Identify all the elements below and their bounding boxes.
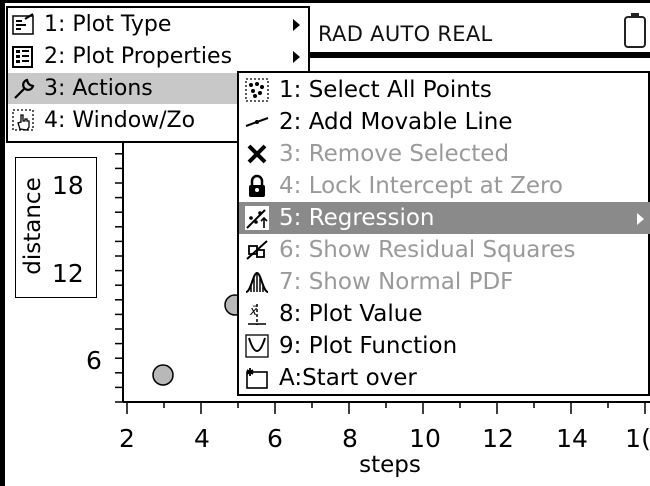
submenu-item-residual-squares[interactable]: 6: Show Residual Squares	[239, 234, 650, 266]
lock-icon	[249, 174, 265, 197]
submenu-item-label: 3: Remove Selected	[279, 141, 510, 167]
x-tick-label: 1(	[625, 424, 650, 453]
x-tick-label: 4	[194, 424, 210, 453]
submenu-item-label: 7: Show Normal PDF	[279, 269, 514, 295]
submenu-arrow-icon	[293, 19, 300, 31]
x-tick-marks	[126, 402, 646, 414]
submenu-item-plot-function[interactable]: 9: Plot Function	[239, 330, 650, 362]
submenu-item-normal-pdf[interactable]: 7: Show Normal PDF	[239, 266, 650, 298]
y-tick-label: 6	[86, 346, 102, 375]
residual-squares-icon	[246, 240, 268, 260]
calculator-screen: RAD AUTO REAL distance 18 12 6 2 4 6 8 1…	[0, 0, 650, 486]
start-over-icon	[246, 368, 268, 389]
submenu-item-start-over[interactable]: A:Start over	[239, 362, 650, 394]
hand-zoom-icon	[12, 109, 34, 131]
submenu-item-select-all-points[interactable]: 1: Select All Points	[239, 74, 650, 106]
plot-properties-icon	[12, 46, 33, 68]
x-tick-label: 14	[556, 424, 588, 453]
y-tick-label: 12	[52, 259, 84, 288]
submenu-item-plot-value[interactable]: x̄ 8: Plot Value	[239, 298, 650, 330]
wrench-icon	[14, 78, 35, 99]
x-tick-label: 10	[409, 424, 441, 453]
menu-item-label: 4: Window/Zo	[44, 108, 196, 133]
y-tick-label: 18	[52, 171, 84, 200]
submenu-item-add-movable-line[interactable]: 2: Add Movable Line	[239, 106, 650, 138]
plot-type-icon	[12, 13, 34, 35]
submenu-item-remove-selected[interactable]: 3: Remove Selected	[239, 138, 650, 170]
x-axis-label: steps	[359, 452, 421, 478]
plot-function-icon	[245, 334, 269, 358]
normal-pdf-icon	[245, 271, 269, 293]
x-tick-label: 12	[482, 424, 514, 453]
x-tick-label: 6	[267, 424, 283, 453]
submenu-item-regression[interactable]: 5: Regression	[239, 202, 650, 234]
menu-item-plot-properties[interactable]: 2: Plot Properties	[8, 41, 308, 72]
screen-frame-top	[0, 0, 650, 3]
menu-item-label: 1: Plot Type	[44, 12, 172, 37]
movable-line-icon	[245, 117, 269, 127]
submenu-item-label: 4: Lock Intercept at Zero	[279, 173, 564, 199]
regression-icon	[245, 206, 269, 230]
submenu-item-label: 9: Plot Function	[279, 333, 458, 359]
y-axis-label: distance	[20, 177, 46, 275]
submenu-item-label: 6: Show Residual Squares	[279, 237, 576, 263]
remove-x-icon	[247, 144, 267, 164]
menu-item-label: 2: Plot Properties	[44, 44, 233, 69]
submenu-arrow-icon	[293, 51, 300, 63]
select-points-icon	[245, 78, 269, 102]
menu-item-plot-type[interactable]: 1: Plot Type	[8, 9, 308, 40]
menu-item-label: 3: Actions	[44, 76, 153, 101]
plot-value-icon: x̄	[248, 304, 266, 325]
y-tick-marks	[115, 153, 123, 403]
submenu-item-label: A:Start over	[279, 365, 417, 391]
x-tick-label: 2	[119, 424, 135, 453]
submenu-item-label: 5: Regression	[279, 205, 435, 231]
submenu-arrow-icon	[637, 213, 644, 225]
actions-submenu: 1: Select All Points 2: Add Movable Line…	[237, 71, 650, 396]
submenu-item-lock-intercept[interactable]: 4: Lock Intercept at Zero	[239, 170, 650, 202]
x-tick-label: 8	[342, 424, 358, 453]
submenu-item-label: 2: Add Movable Line	[279, 109, 513, 135]
data-point	[152, 364, 174, 386]
screen-frame-left	[0, 0, 5, 486]
submenu-item-label: 1: Select All Points	[279, 77, 492, 103]
submenu-item-label: 8: Plot Value	[279, 301, 423, 327]
